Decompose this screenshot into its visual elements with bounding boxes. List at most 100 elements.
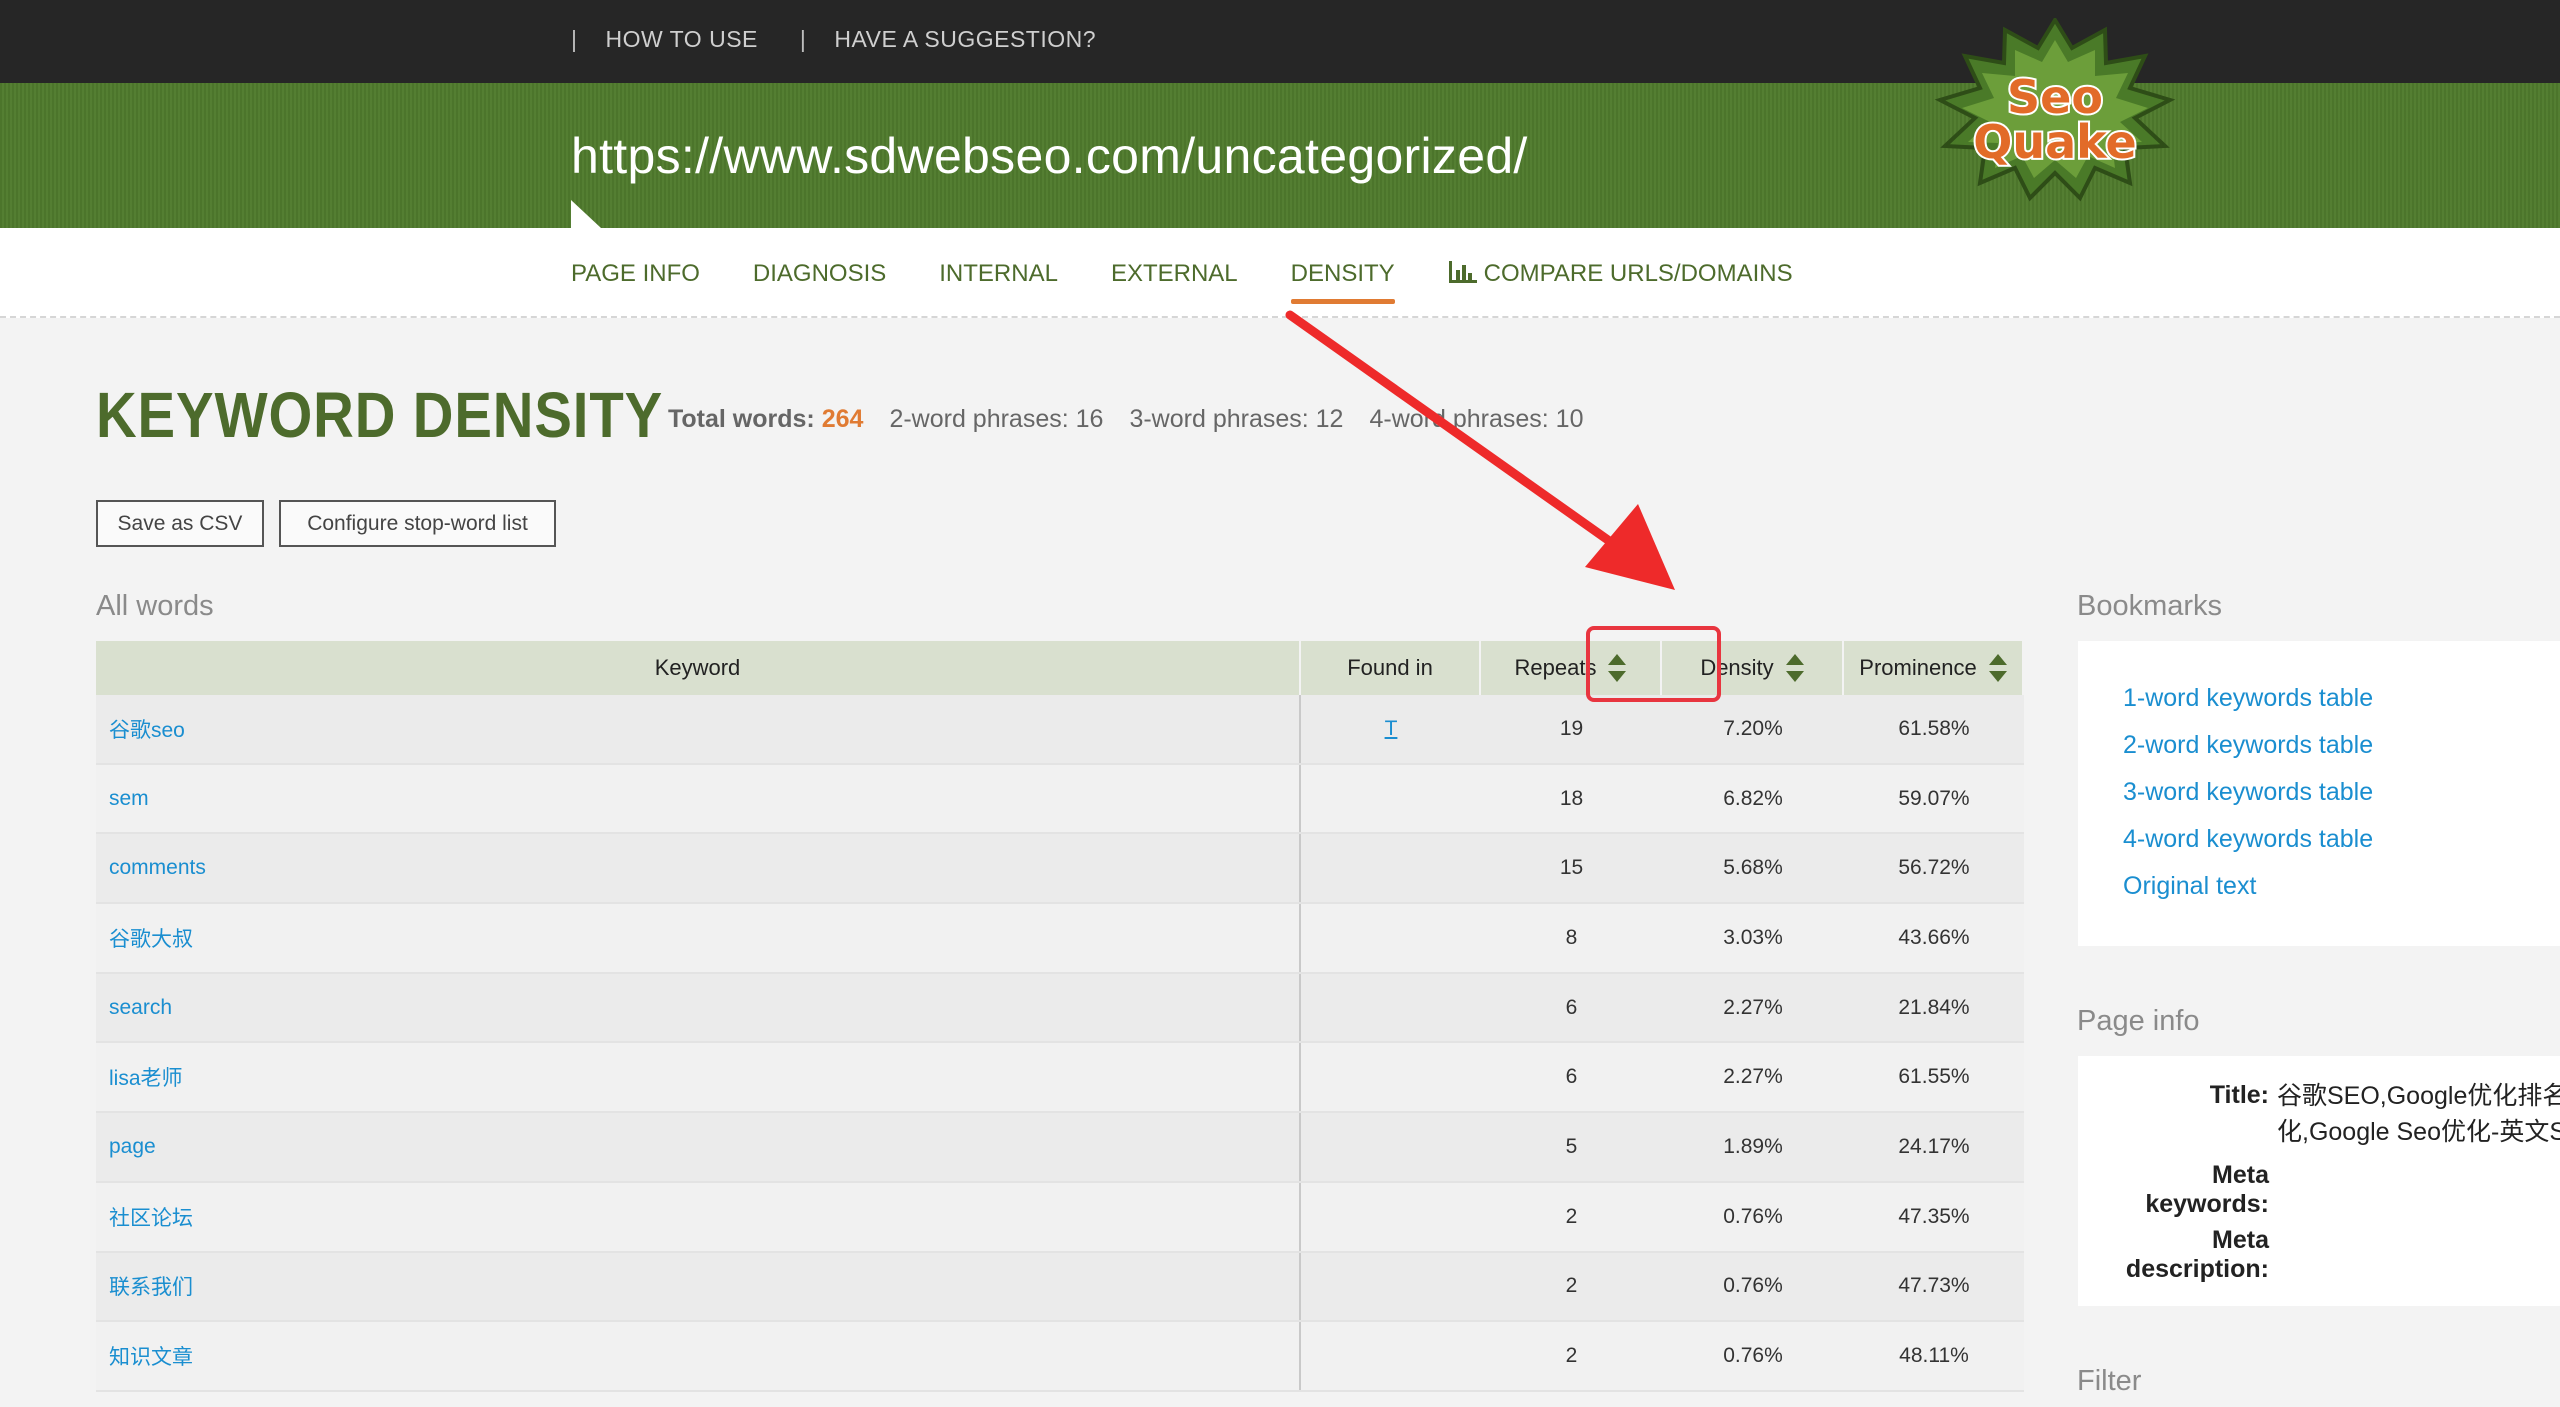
header-found-in[interactable]: Found in [1301,641,1481,695]
table-row: 社区论坛 2 0.76% 47.35% [96,1182,2024,1253]
repeats-cell-text: 5 [1565,1134,1578,1158]
top-nav: | HOW TO USE | HAVE A SUGGESTION? [571,26,1138,53]
title-value-line1: 谷歌SEO,Google优化排名 [2277,1082,2560,1110]
found-in-cell [1301,834,1481,902]
two-word-phrases: 2-word phrases: 16 [889,405,1104,433]
keyword-cell-text[interactable]: page [109,1135,156,1159]
tab-external[interactable]: EXTERNAL [1111,260,1238,288]
density-cell-text: 1.89% [1723,1134,1783,1158]
keyword-cell: 社区论坛 [96,1182,1301,1251]
logo-text-quake: Quake [1973,115,2136,169]
found-in-cell [1301,1043,1481,1111]
density-highlight-box [1586,626,1721,702]
bookmarks-panel: 1-word keywords table 2-word keywords ta… [2078,641,2560,946]
bookmark-1-word[interactable]: 1-word keywords table [2123,684,2373,713]
meta-description-label-2: description: [2125,1255,2269,1283]
prominence-cell-text: 47.35% [1898,1204,1970,1228]
title-label: Title: [2209,1081,2269,1109]
repeats-cell: 2 [1481,1183,1662,1251]
table-row: lisa老师 6 2.27% 61.55% [96,1043,2024,1114]
prominence-cell-text: 48.11% [1899,1344,1969,1368]
table-row: comments 15 5.68% 56.72% [96,834,2024,905]
found-in-cell: T [1301,695,1481,763]
page-title: KEYWORD DENSITY [96,379,664,451]
keyword-cell-text[interactable]: 谷歌seo [109,714,185,744]
keyword-cell-text[interactable]: 联系我们 [109,1271,193,1301]
keyword-cell-text[interactable]: comments [109,856,206,880]
prominence-cell-text: 43.66% [1898,925,1970,949]
repeats-cell-text: 8 [1565,925,1578,949]
keyword-cell-text[interactable]: sem [109,787,149,811]
prominence-cell-text: 59.07% [1898,786,1970,810]
tab-internal[interactable]: INTERNAL [939,260,1058,288]
repeats-cell: 15 [1481,834,1662,902]
prominence-cell: 48.11% [1844,1322,2024,1390]
found-in-cell [1301,1253,1481,1321]
found-in-cell-text[interactable]: T [1385,717,1398,741]
total-words: Total words: 264 [668,405,863,434]
density-cell-text: 0.76% [1723,1204,1783,1228]
keyword-cell-text[interactable]: search [109,996,172,1020]
bookmark-original-text[interactable]: Original text [2123,872,2256,901]
suggestion-link[interactable]: HAVE A SUGGESTION? [834,26,1096,53]
configure-stop-words-button[interactable]: Configure stop-word list [279,500,556,547]
found-in-cell [1301,765,1481,833]
bookmark-2-word[interactable]: 2-word keywords table [2123,731,2373,760]
table-row: 联系我们 2 0.76% 47.73% [96,1252,2024,1323]
all-words-title: All words [96,590,214,622]
bookmark-4-word[interactable]: 4-word keywords table [2123,825,2373,854]
tab-diagnosis[interactable]: DIAGNOSIS [753,260,886,288]
save-csv-button[interactable]: Save as CSV [96,500,264,547]
how-to-use-link[interactable]: HOW TO USE [605,26,757,53]
header-keyword[interactable]: Keyword [96,641,1301,695]
repeats-cell: 6 [1481,1043,1662,1111]
repeats-cell-text: 18 [1559,786,1584,810]
table-row: 知识文章 2 0.76% 48.11% [96,1322,2024,1392]
density-cell: 0.76% [1662,1253,1844,1321]
prominence-cell-text: 56.72% [1898,856,1970,880]
keyword-cell-text[interactable]: lisa老师 [109,1062,183,1092]
sort-icon[interactable] [1785,654,1804,682]
density-cell: 0.76% [1662,1183,1844,1251]
bookmark-3-word[interactable]: 3-word keywords table [2123,778,2373,807]
density-cell-text: 3.03% [1723,925,1783,949]
meta-keywords-label-2: keywords: [2145,1190,2269,1218]
prominence-cell: 24.17% [1844,1113,2024,1181]
seoquake-logo[interactable]: Seo Quake [1930,18,2180,203]
repeats-cell: 6 [1481,974,1662,1042]
header-prominence[interactable]: Prominence [1844,641,2024,695]
prominence-cell: 21.84% [1844,974,2024,1042]
prominence-cell-text: 61.58% [1898,716,1970,740]
prominence-cell-text: 61.55% [1898,1065,1970,1089]
density-cell-text: 7.20% [1723,716,1783,740]
repeats-cell-text: 2 [1565,1344,1578,1368]
bookmarks-title: Bookmarks [2077,590,2223,622]
repeats-cell-text: 2 [1565,1274,1578,1298]
tab-compare[interactable]: COMPARE URLS/DOMAINS [1448,260,1793,288]
keyword-cell: page [96,1113,1301,1181]
prominence-cell-text: 47.73% [1898,1274,1970,1298]
table-row: 谷歌大叔 8 3.03% 43.66% [96,904,2024,974]
meta-keywords-label-1: Meta [2212,1161,2269,1189]
repeats-cell-text: 15 [1559,856,1584,880]
keyword-cell-text[interactable]: 知识文章 [109,1341,193,1371]
keyword-cell-text[interactable]: 谷歌大叔 [109,923,193,953]
repeats-cell-text: 6 [1565,995,1578,1019]
bar-chart-icon [1448,261,1477,283]
repeats-cell-text: 6 [1565,1065,1578,1089]
nav-separator: | [799,26,807,52]
found-in-cell [1301,1322,1481,1390]
meta-description-label-1: Meta [2212,1226,2269,1254]
tab-density[interactable]: DENSITY [1290,260,1395,304]
tab-page-info[interactable]: PAGE INFO [571,260,700,288]
table-row: page 5 1.89% 24.17% [96,1113,2024,1183]
found-in-cell [1301,1113,1481,1181]
sort-icon[interactable] [1988,654,2007,682]
table-header: Keyword Found in Repeats Density Promine… [96,641,2024,695]
density-cell-text: 0.76% [1723,1274,1783,1298]
found-in-cell [1301,974,1481,1042]
keyword-cell: sem [96,764,1301,833]
repeats-cell: 8 [1481,904,1662,972]
keyword-cell: lisa老师 [96,1043,1301,1112]
keyword-cell-text[interactable]: 社区论坛 [109,1202,193,1232]
